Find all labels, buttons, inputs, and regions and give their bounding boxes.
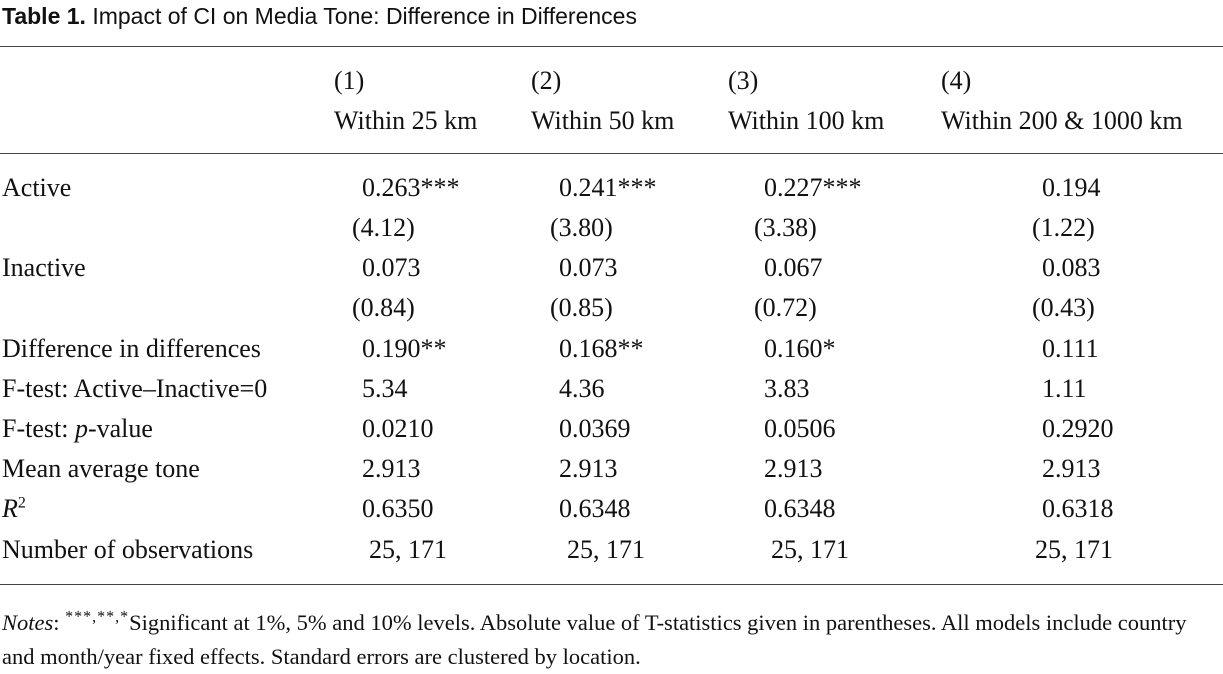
table-caption: Impact of CI on Media Tone: Difference i… [92,3,637,29]
table-cell: 0.073 [362,253,421,282]
table-cell: 0.194 [1042,173,1101,202]
row-label-f-test: F-test: Active–Inactive=0 [2,374,268,403]
table-cell: 0.160* [764,334,836,363]
table-cell: 25, 171 [567,535,645,564]
header-rule [0,153,1223,154]
table-cell: 25, 171 [369,535,447,564]
column-heading-4: Within 200 & 1000 km [941,106,1183,135]
row-label-inactive: Inactive [2,253,86,282]
table-cell: 0.111 [1042,334,1099,363]
column-heading-2: Within 50 km [531,106,675,135]
row-label-p-value: F-test: p-value [2,414,153,444]
table-cell: (3.80) [550,213,613,242]
table-cell: (0.85) [550,293,613,322]
top-rule [0,46,1223,47]
table-cell: 25, 171 [1035,535,1113,564]
column-heading-3: Within 100 km [728,106,885,135]
row-label-suffix: -value [87,414,153,443]
table-cell: (0.84) [352,293,415,322]
table-cell: 3.83 [764,374,810,403]
table-cell: 25, 171 [771,535,849,564]
table-cell: 0.067 [764,253,823,282]
table-title: Table 1. Impact of CI on Media Tone: Dif… [2,2,637,30]
table-cell: 0.0506 [764,414,836,443]
row-label-r-squared: R2 [2,494,26,524]
table-cell: (1.22) [1032,213,1095,242]
table-cell: 0.227*** [764,173,862,202]
table-cell: 0.241*** [559,173,657,202]
table-cell: 5.34 [362,374,408,403]
row-label-prefix: F-test: [2,414,75,443]
notes-prefix: Notes [2,610,54,635]
bottom-rule [0,584,1223,585]
row-label-observations: Number of observations [2,535,254,564]
table-cell: 0.083 [1042,253,1101,282]
table-cell: 2.913 [559,454,618,483]
table-cell: 0.6348 [764,494,836,523]
notes-colon: : [53,610,66,635]
table-cell: (0.43) [1032,293,1095,322]
notes-stars: ***,**,* [65,608,130,626]
row-label-difference: Difference in differences [2,334,261,363]
table-cell: 2.913 [1042,454,1101,483]
table-notes: Notes: ***,**,*Significant at 1%, 5% and… [2,606,1221,674]
r-superscript: 2 [17,494,26,512]
table-cell: 0.263*** [362,173,460,202]
table-cell: 1.11 [1042,374,1087,403]
table-cell: 4.36 [559,374,605,403]
table-cell: 0.6350 [362,494,434,523]
column-number-1: (1) [334,66,365,95]
table-cell: 2.913 [362,454,421,483]
table-cell: 0.168** [559,334,644,363]
table-cell: 2.913 [764,454,823,483]
table-cell: 0.190** [362,334,447,363]
table-cell: 0.6318 [1042,494,1114,523]
row-label-italic: p [74,414,88,443]
table-cell: (3.38) [754,213,817,242]
column-number-4: (4) [941,66,972,95]
table-number: Table 1. [2,3,86,29]
row-label-mean-tone: Mean average tone [2,454,200,483]
table-cell: (0.72) [754,293,817,322]
column-heading-1: Within 25 km [334,106,478,135]
column-number-3: (3) [728,66,759,95]
table-cell: 0.0369 [559,414,631,443]
r-symbol: R [2,494,18,523]
notes-text: Significant at 1%, 5% and 10% levels. Ab… [2,610,1187,669]
table-cell: 0.0210 [362,414,434,443]
table-cell: (4.12) [352,213,415,242]
table-cell: 0.2920 [1042,414,1114,443]
row-label-active: Active [2,173,72,202]
column-number-2: (2) [531,66,562,95]
table-cell: 0.073 [559,253,618,282]
table-cell: 0.6348 [559,494,631,523]
